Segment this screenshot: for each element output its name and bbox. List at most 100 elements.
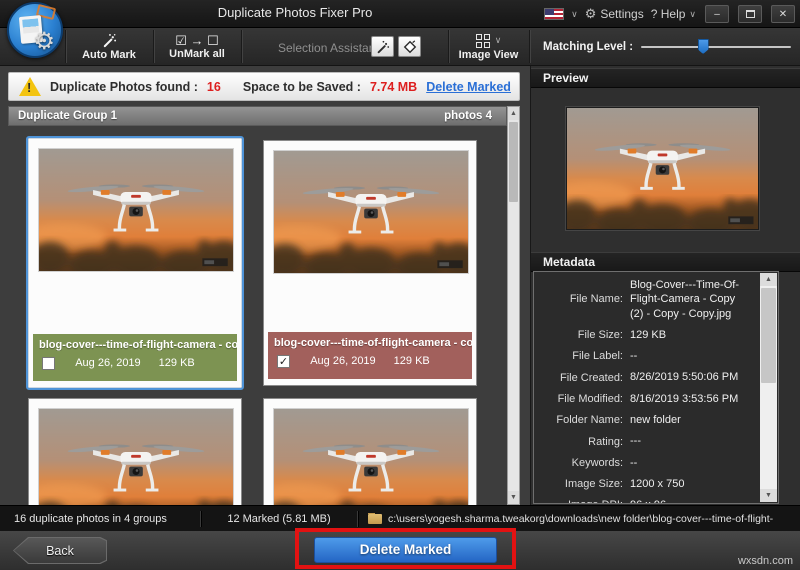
metadata-list: File Name: Blog-Cover---Time-Of-Flight-C…	[534, 278, 758, 503]
scroll-up-icon[interactable]: ▲	[760, 273, 777, 286]
back-button[interactable]: Back	[13, 537, 107, 564]
preview-header: Preview	[531, 68, 800, 88]
scroll-up-icon[interactable]: ▲	[508, 107, 519, 120]
metadata-row: Folder Name: new folder	[534, 413, 758, 427]
metadata-label: File Label:	[572, 350, 623, 363]
photo-size: 129 KB	[393, 355, 430, 367]
photo-card-partial[interactable]	[28, 398, 242, 505]
found-label: Duplicate Photos found :	[50, 79, 198, 94]
metadata-value: new folder	[630, 414, 681, 427]
logo-gear-icon: ⚙	[33, 28, 55, 55]
delete-marked-link[interactable]: Delete Marked	[426, 80, 511, 94]
back-label: Back	[46, 543, 74, 558]
metadata-label: Keywords:	[571, 456, 623, 469]
photo-size: 129 KB	[158, 357, 195, 369]
maximize-button[interactable]	[738, 5, 762, 23]
gear-icon: ⚙	[584, 6, 597, 21]
matching-level-slider[interactable]	[641, 39, 792, 54]
metadata-value: 96 x 96	[630, 498, 750, 503]
metadata-panel: File Name: Blog-Cover---Time-Of-Flight-C…	[533, 271, 779, 504]
help-label: ? Help	[650, 7, 686, 21]
group-title: Duplicate Group 1	[18, 110, 118, 122]
help-menu[interactable]: ? Help ∨	[651, 7, 696, 21]
photo-label-band: blog-cover---time-of-flight-camera - cop…	[268, 332, 472, 379]
matching-level-label: Matching Level :	[543, 41, 634, 53]
selection-assistant-tag-button[interactable]	[398, 36, 421, 57]
tag-icon	[403, 40, 417, 54]
photo-label-band: blog-cover---time-of-flight-camera - cop…	[33, 334, 237, 381]
matching-level-thumb[interactable]	[697, 39, 709, 54]
metadata-label: Image Size:	[564, 478, 623, 491]
metadata-value: ---	[630, 435, 641, 448]
unmark-all-label: UnMark all	[169, 47, 225, 60]
toolbar: Auto Mark ☑ → ☐ UnMark all Selection Ass…	[0, 28, 800, 66]
wand-icon	[376, 40, 390, 54]
settings-menu[interactable]: ⚙ Settings	[585, 6, 644, 22]
scrollbar-thumb[interactable]	[761, 288, 776, 383]
summary-bar: Duplicate Photos found : 16 Space to be …	[8, 72, 520, 101]
photo-date: Aug 26, 2019	[75, 357, 141, 369]
metadata-header: Metadata	[531, 252, 800, 272]
scrollbar-thumb[interactable]	[509, 122, 518, 202]
photo-card-partial[interactable]	[263, 398, 477, 505]
unmark-all-button[interactable]: ☑ → ☐ UnMark all	[154, 28, 240, 66]
group-header: Duplicate Group 1 photos 4	[8, 106, 507, 126]
photo-thumbnail	[38, 408, 234, 505]
metadata-value: 8/26/2019 5:50:06 PM	[630, 371, 739, 384]
scroll-down-icon[interactable]: ▼	[760, 489, 777, 502]
photo-filename: blog-cover---time-of-flight-camera - cop…	[39, 339, 237, 351]
metadata-scrollbar[interactable]: ▲ ▼	[760, 273, 777, 502]
help-chevron-down-icon: ∨	[689, 8, 696, 19]
minimize-button[interactable]: –	[705, 5, 729, 23]
auto-mark-button[interactable]: Auto Mark	[66, 28, 152, 66]
metadata-row: File Name: Blog-Cover---Time-Of-Flight-C…	[534, 278, 758, 321]
app-logo: ⚙	[7, 2, 63, 58]
metadata-value: 8/16/2019 3:53:56 PM	[630, 392, 739, 405]
magic-wand-icon	[102, 33, 117, 48]
photo-card[interactable]: blog-cover---time-of-flight-camera - cop…	[26, 136, 244, 390]
metadata-row: File Modified: 8/16/2019 3:53:56 PM	[534, 392, 758, 406]
preview-image	[566, 107, 759, 230]
photo-card[interactable]: blog-cover---time-of-flight-camera - cop…	[263, 140, 477, 386]
language-chevron-down-icon[interactable]: ∨	[571, 9, 578, 20]
metadata-label: File Size:	[577, 329, 623, 342]
window-title: Duplicate Photos Fixer Pro	[217, 5, 373, 20]
grid-view-icon	[475, 33, 490, 48]
photo-date: Aug 26, 2019	[310, 355, 376, 367]
photo-grid-scrollbar[interactable]: ▲ ▼	[507, 106, 520, 505]
language-flag-icon[interactable]	[544, 8, 565, 20]
selection-assistant-wand-button[interactable]	[371, 36, 394, 57]
selection-assistant-label: Selection Assistant	[278, 41, 379, 55]
metadata-row: Image Size: 1200 x 750	[534, 477, 758, 491]
space-value: 7.74 MB	[369, 79, 418, 94]
metadata-value: --	[630, 456, 638, 469]
image-view-chevron-down-icon: ∨	[494, 35, 502, 45]
auto-mark-label: Auto Mark	[82, 49, 136, 61]
metadata-value: 129 KB	[630, 328, 667, 341]
metadata-row: Rating: ---	[534, 434, 758, 448]
metadata-label: File Name:	[569, 293, 623, 306]
warning-icon	[19, 77, 41, 96]
mark-checkbox[interactable]	[277, 355, 290, 368]
metadata-label: Folder Name:	[556, 414, 623, 427]
space-label: Space to be Saved :	[242, 79, 361, 94]
metadata-label: File Modified:	[557, 392, 623, 405]
metadata-row: Keywords: --	[534, 456, 758, 470]
marked-summary: 12 Marked (5.81 MB)	[227, 512, 331, 525]
close-button[interactable]: ✕	[771, 5, 795, 23]
settings-label: Settings	[600, 7, 644, 21]
metadata-value: --	[630, 350, 638, 363]
photo-grid: blog-cover---time-of-flight-camera - cop…	[8, 126, 507, 505]
watermark-text: wxsdn.com	[737, 555, 793, 567]
metadata-row: File Label: --	[534, 349, 758, 363]
groups-summary: 16 duplicate photos in 4 groups	[14, 512, 167, 525]
delete-marked-button[interactable]: Delete Marked	[314, 537, 497, 563]
status-bar: 16 duplicate photos in 4 groups 12 Marke…	[0, 505, 800, 531]
image-view-button[interactable]: ∨ Image View	[449, 28, 528, 66]
right-panel: Preview Metadata File Name: Blog-Cover--…	[530, 66, 800, 505]
mark-checkbox[interactable]	[42, 357, 55, 370]
scroll-down-icon[interactable]: ▼	[508, 491, 519, 504]
current-file-path: c:\users\yogesh.sharma.tweakorg\download…	[388, 512, 774, 525]
found-count: 16	[206, 79, 221, 94]
photo-thumbnail	[273, 408, 469, 505]
